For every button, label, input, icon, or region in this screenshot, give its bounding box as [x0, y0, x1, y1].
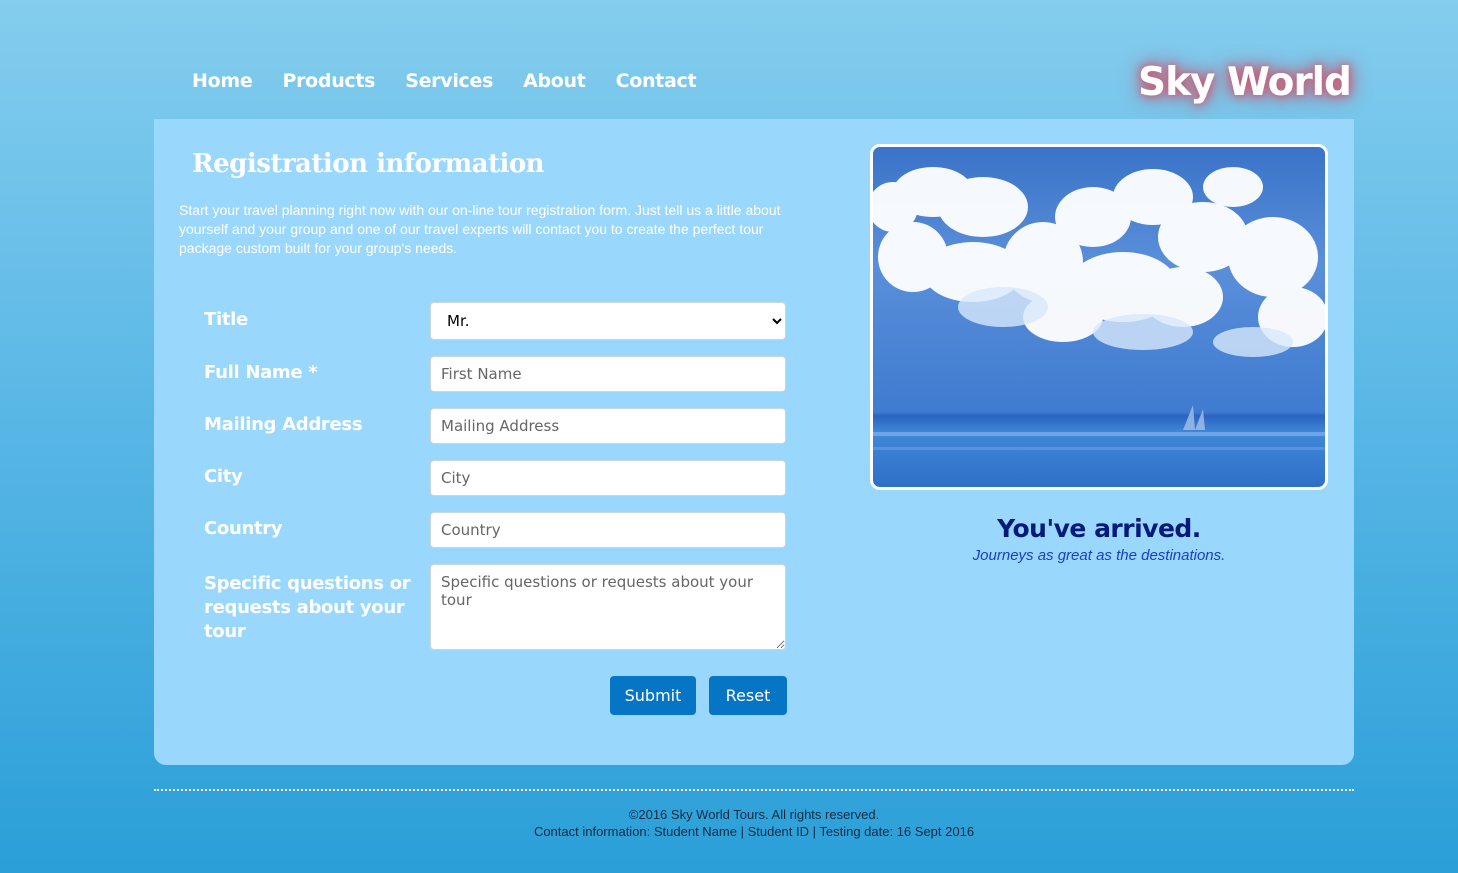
contact-info-text: Contact information: Student Name | Stud…: [533, 824, 975, 839]
first-name-input[interactable]: [430, 356, 786, 392]
copyright-text: ©2016 Sky World Tours. All rights reserv…: [628, 807, 880, 822]
title-select[interactable]: Mr.: [430, 302, 786, 340]
city-input[interactable]: [430, 460, 786, 496]
footer-divider: [154, 789, 1354, 791]
nav-home-link[interactable]: Home: [192, 70, 253, 92]
intro-text: Start your travel planning right now wit…: [179, 202, 781, 256]
page-title: Registration information: [192, 149, 545, 179]
sky-ocean-photo: [870, 144, 1328, 490]
main-nav: Home Products Services About Contact: [192, 70, 697, 92]
mailing-address-label: Mailing Address: [204, 414, 363, 435]
content-panel: Registration information Start your trav…: [154, 119, 1354, 765]
footer: ©2016 Sky World Tours. All rights reserv…: [154, 806, 1354, 840]
questions-textarea[interactable]: [430, 564, 786, 650]
arrived-headline: You've arrived.: [997, 514, 1201, 543]
nav-services-link[interactable]: Services: [405, 70, 493, 92]
country-label: Country: [204, 518, 283, 539]
reset-button[interactable]: Reset: [709, 676, 787, 715]
nav-contact-link[interactable]: Contact: [616, 70, 697, 92]
country-input[interactable]: [430, 512, 786, 548]
clouds-illustration: [873, 167, 1325, 450]
city-label: City: [204, 466, 243, 487]
submit-button[interactable]: Submit: [610, 676, 696, 715]
tagline: Journeys as great as the destinations.: [972, 547, 1226, 564]
site-logo: Sky World: [1138, 60, 1352, 105]
title-label: Title: [204, 309, 248, 330]
nav-products-link[interactable]: Products: [282, 70, 375, 92]
full-name-label: Full Name *: [204, 362, 318, 383]
nav-about-link[interactable]: About: [523, 70, 586, 92]
mailing-address-input[interactable]: [430, 408, 786, 444]
questions-label: Specific questions or requests about you…: [204, 573, 411, 642]
